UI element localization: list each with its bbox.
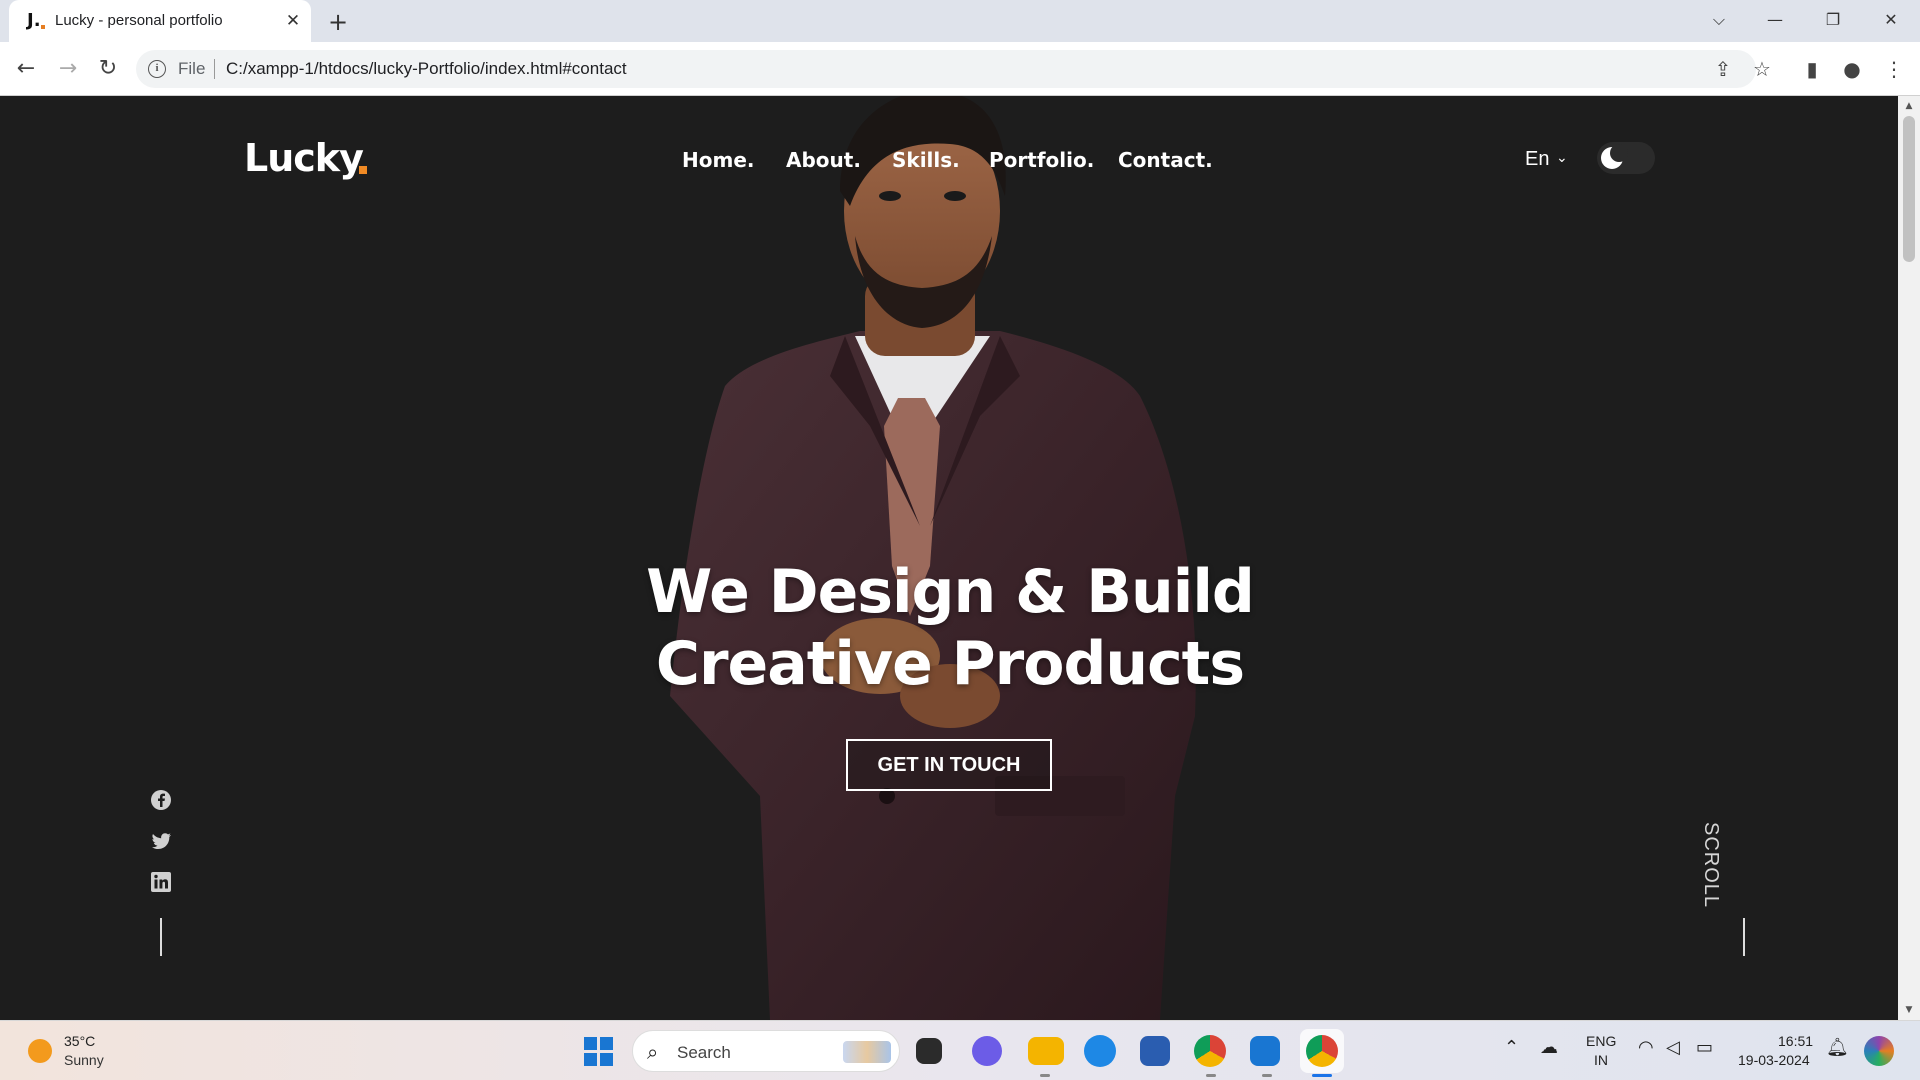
- weather-sun-icon[interactable]: [28, 1039, 52, 1063]
- scroll-up-icon[interactable]: ▲: [1898, 98, 1920, 114]
- site-logo[interactable]: Lucky: [244, 136, 364, 180]
- chrome-running-indicator: [1206, 1074, 1216, 1077]
- hero-heading: We Design & Build Creative Products: [560, 556, 1340, 700]
- windows-start-icon[interactable]: [584, 1037, 614, 1067]
- windows-taskbar: 35°C Sunny ⌕ Search ⌃ ☁ ENG IN ◠ ◁ ▭ 16:…: [0, 1020, 1920, 1080]
- chrome-active-indicator: [1312, 1074, 1332, 1077]
- nav-skills[interactable]: Skills.: [892, 148, 960, 172]
- menu-kebab-icon[interactable]: ⋮: [1879, 54, 1909, 84]
- tab-title: Lucky - personal portfolio: [55, 12, 223, 29]
- address-bar[interactable]: i File C:/xampp-1/htdocs/lucky-Portfolio…: [136, 50, 1756, 88]
- onedrive-cloud-icon[interactable]: ☁: [1540, 1037, 1558, 1058]
- weather-condition[interactable]: Sunny: [64, 1052, 104, 1068]
- tab-close-icon[interactable]: ✕: [281, 9, 305, 33]
- input-language-top[interactable]: ENG: [1586, 1033, 1616, 1049]
- bookmark-star-icon[interactable]: ☆: [1747, 54, 1777, 84]
- get-in-touch-button[interactable]: GET IN TOUCH: [846, 739, 1052, 791]
- vscode-icon[interactable]: [1250, 1036, 1280, 1066]
- task-view-icon[interactable]: [916, 1038, 942, 1064]
- language-select[interactable]: En: [1525, 148, 1549, 171]
- page-scrollbar[interactable]: ▲ ▼: [1898, 96, 1920, 1020]
- portfolio-page: Lucky Home. About. Skills. Portfolio. Co…: [0, 96, 1898, 1020]
- share-icon[interactable]: ⇪: [1708, 54, 1738, 84]
- address-toolbar: ← → ↻ i File C:/xampp-1/htdocs/lucky-Por…: [0, 42, 1920, 96]
- tab-strip: J. Lucky - personal portfolio ✕ + ⌵ — ❐ …: [0, 0, 1920, 42]
- search-icon: ⌕: [647, 1040, 659, 1064]
- scrollbar-thumb[interactable]: [1903, 116, 1915, 262]
- scroll-indicator-line: [1743, 918, 1745, 956]
- nav-about[interactable]: About.: [786, 148, 861, 172]
- linkedin-icon[interactable]: [150, 871, 172, 893]
- site-favicon-icon: J.: [27, 11, 47, 31]
- nav-home[interactable]: Home.: [682, 148, 754, 172]
- social-divider-line: [160, 918, 162, 956]
- edge-icon[interactable]: [1084, 1035, 1116, 1067]
- new-tab-icon[interactable]: +: [322, 6, 354, 38]
- taskbar-time[interactable]: 16:51: [1778, 1033, 1813, 1049]
- browser-tab[interactable]: J. Lucky - personal portfolio ✕: [9, 0, 311, 42]
- taskbar-date[interactable]: 19-03-2024: [1738, 1052, 1810, 1068]
- twitter-icon[interactable]: [150, 830, 172, 852]
- profile-icon[interactable]: ●: [1837, 54, 1867, 84]
- forward-icon[interactable]: →: [52, 53, 84, 85]
- chevron-down-icon[interactable]: ⌄: [1556, 150, 1568, 166]
- scroll-indicator-label: SCROLL: [1700, 822, 1722, 909]
- input-language-bottom[interactable]: IN: [1594, 1052, 1608, 1068]
- show-hidden-icons-chevron-icon[interactable]: ⌃: [1504, 1037, 1519, 1058]
- restore-icon[interactable]: ❐: [1810, 4, 1856, 36]
- copilot-icon[interactable]: [1864, 1036, 1894, 1066]
- chrome-icon[interactable]: [1194, 1035, 1226, 1067]
- chrome-active-icon[interactable]: [1300, 1029, 1344, 1073]
- vscode-running-indicator: [1262, 1074, 1272, 1077]
- volume-icon[interactable]: ◁: [1666, 1037, 1680, 1058]
- close-window-icon[interactable]: ✕: [1868, 4, 1914, 36]
- taskbar-search-label: Search: [677, 1043, 731, 1062]
- theme-toggle[interactable]: [1597, 142, 1655, 174]
- address-divider: [214, 59, 215, 79]
- reload-icon[interactable]: ↻: [92, 53, 124, 85]
- site-info-icon[interactable]: i: [148, 60, 166, 78]
- moon-icon: [1601, 144, 1628, 169]
- notification-bell-icon[interactable]: 🔔︎: [1826, 1037, 1849, 1058]
- tab-search-chevron-icon[interactable]: ⌵: [1696, 4, 1742, 36]
- file-explorer-icon[interactable]: [1028, 1037, 1064, 1065]
- taskbar-search-box[interactable]: ⌕ Search: [632, 1030, 900, 1072]
- address-scheme-label: File: [178, 59, 206, 78]
- logo-accent-dot: [359, 166, 367, 174]
- hero-line-1: We Design & Build: [646, 557, 1255, 627]
- nav-contact[interactable]: Contact.: [1118, 148, 1213, 172]
- address-url[interactable]: C:/xampp-1/htdocs/lucky-Portfolio/index.…: [226, 59, 627, 79]
- minimize-icon[interactable]: —: [1752, 4, 1798, 36]
- facebook-icon[interactable]: [150, 789, 172, 811]
- nav-portfolio[interactable]: Portfolio.: [989, 148, 1094, 172]
- search-highlight-image: [843, 1041, 891, 1063]
- scroll-down-icon[interactable]: ▼: [1898, 1002, 1920, 1018]
- back-icon[interactable]: ←: [10, 53, 42, 85]
- microsoft-store-icon[interactable]: [1140, 1036, 1170, 1066]
- side-panel-icon[interactable]: ▮: [1797, 54, 1827, 84]
- hero-line-2: Creative Products: [655, 629, 1245, 699]
- teams-chat-icon[interactable]: [972, 1036, 1002, 1066]
- wifi-icon[interactable]: ◠: [1638, 1037, 1654, 1058]
- battery-icon[interactable]: ▭: [1696, 1037, 1713, 1058]
- explorer-running-indicator: [1040, 1074, 1050, 1077]
- weather-temperature[interactable]: 35°C: [64, 1033, 95, 1049]
